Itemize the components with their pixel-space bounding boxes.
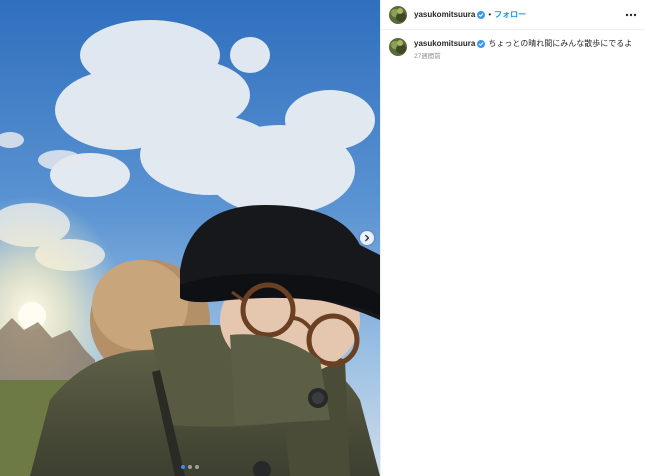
caption-line: yasukomitsuura ちょっとの晴れ間にみんな散歩にでるよ	[414, 38, 632, 49]
chevron-right-icon	[365, 234, 370, 242]
post-side-panel: yasukomitsuura • フォロー yasukomitsuura ちょっ…	[380, 0, 645, 476]
post-media[interactable]	[0, 0, 380, 476]
carousel-dot	[181, 465, 185, 469]
post-timestamp[interactable]: 27週間前	[414, 51, 632, 62]
next-slide-button[interactable]	[360, 231, 374, 245]
avatar-image	[389, 5, 407, 24]
carousel-indicator	[0, 465, 380, 469]
instagram-post-modal: yasukomitsuura • フォロー yasukomitsuura ちょっ…	[0, 0, 645, 476]
more-horizontal-icon	[625, 13, 637, 17]
post-caption: yasukomitsuura ちょっとの晴れ間にみんな散歩にでるよ 27週間前	[381, 30, 645, 62]
follow-button[interactable]: フォロー	[494, 9, 526, 20]
caption-text: ちょっとの晴れ間にみんな散歩にでるよ	[488, 39, 633, 48]
post-photo	[0, 0, 380, 476]
avatar[interactable]	[389, 38, 407, 56]
verified-badge-icon	[477, 39, 486, 48]
avatar[interactable]	[389, 5, 407, 24]
verified-badge-icon	[477, 10, 486, 19]
more-options-button[interactable]	[625, 9, 637, 21]
caption-username-link[interactable]: yasukomitsuura	[414, 38, 475, 49]
header-username-link[interactable]: yasukomitsuura	[414, 10, 475, 19]
caption-body: yasukomitsuura ちょっとの晴れ間にみんな散歩にでるよ 27週間前	[414, 38, 632, 62]
carousel-dot	[195, 465, 199, 469]
avatar-image	[389, 38, 407, 56]
separator-dot: •	[488, 10, 492, 19]
post-header: yasukomitsuura • フォロー	[381, 0, 645, 30]
carousel-dot	[188, 465, 192, 469]
